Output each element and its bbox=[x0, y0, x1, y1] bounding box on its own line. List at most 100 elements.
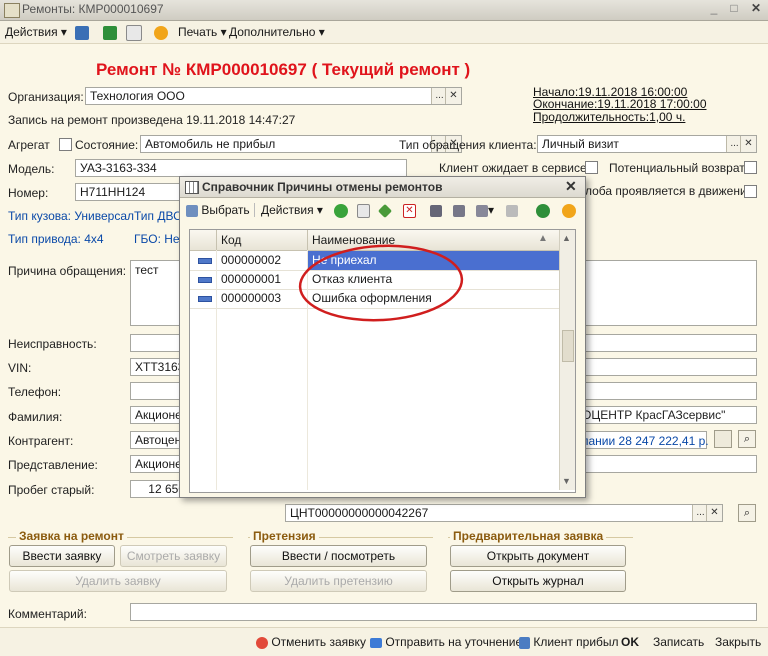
cancel-reasons-dialog: Справочник Причины отмены ремонтов ✕ Выб… bbox=[179, 176, 586, 498]
row-item-icon bbox=[198, 258, 212, 264]
phone-label: Телефон: bbox=[8, 385, 62, 399]
open-document-button[interactable]: Открыть документ bbox=[450, 545, 626, 567]
highlight-ellipse bbox=[298, 244, 464, 322]
mileage-label: Пробег старый: bbox=[8, 483, 95, 497]
model-value: УАЗ-3163-334 bbox=[80, 161, 157, 175]
table-scrollbar[interactable]: ▲ ▼ bbox=[559, 230, 575, 490]
client-arrived-button[interactable]: Клиент прибыл bbox=[519, 631, 619, 653]
surname-label: Фамилия: bbox=[8, 410, 63, 424]
delete-icon[interactable]: ✕ bbox=[403, 199, 416, 221]
dialog-separator bbox=[254, 203, 255, 217]
main-toolbar: Действия ▾ Печать ▾ Дополнительно ▾ bbox=[0, 21, 768, 44]
surname-right-value: ОЦЕНТР КрасГАЗсервис" bbox=[582, 408, 726, 422]
edit-icon[interactable] bbox=[377, 199, 393, 221]
new-document-icon[interactable] bbox=[126, 21, 142, 43]
row-code: 000000003 bbox=[221, 291, 282, 305]
counterparty-search-icon[interactable]: ⌕ bbox=[738, 430, 756, 448]
end-link[interactable]: Окончание:19.11.2018 17:00:00 bbox=[533, 97, 707, 111]
open-journal-button[interactable]: Открыть журнал bbox=[450, 570, 626, 592]
state-value: Автомобиль не прибыл bbox=[145, 137, 276, 151]
document-icon bbox=[519, 636, 530, 649]
code-field[interactable]: ЦНТ00000000000042267 ... ✕ bbox=[285, 504, 723, 522]
scroll-up-icon[interactable]: ▲ bbox=[562, 233, 571, 243]
select-button[interactable]: Выбрать bbox=[186, 199, 250, 221]
duration-link[interactable]: Продолжительность:1,00 ч. bbox=[533, 110, 685, 124]
dialog-help-icon[interactable] bbox=[562, 199, 576, 221]
dialog-refresh-icon[interactable] bbox=[536, 199, 550, 221]
counterparty-select-icon[interactable] bbox=[714, 430, 732, 448]
code-clear-button[interactable]: ✕ bbox=[706, 505, 722, 521]
scroll-down-icon[interactable]: ▼ bbox=[562, 476, 571, 486]
refresh-icon[interactable] bbox=[103, 21, 117, 43]
code-value: ЦНТ00000000000042267 bbox=[290, 506, 429, 520]
potential-return-label: Потенциальный возврат bbox=[609, 161, 745, 175]
delete-claim-button[interactable]: Удалить претензию bbox=[250, 570, 427, 592]
ok-button[interactable]: OK bbox=[621, 631, 639, 653]
view-request-button[interactable]: Смотреть заявку bbox=[120, 545, 227, 567]
code-search-icon[interactable]: ⌕ bbox=[738, 504, 756, 522]
cancel-request-button[interactable]: Отменить заявку bbox=[256, 631, 366, 653]
org-clear-button[interactable]: ✕ bbox=[445, 88, 461, 104]
dialog-title: Справочник Причины отмены ремонтов bbox=[202, 180, 443, 194]
dialog-close-icon[interactable]: ✕ bbox=[565, 178, 577, 195]
page-title: Ремонт № КМР000010697 ( Текущий ремонт ) bbox=[96, 60, 471, 79]
request-group-title: Заявка на ремонт bbox=[16, 529, 127, 543]
window-titlebar: Ремонты: КМР000010697 _ □ ✕ bbox=[0, 0, 768, 21]
dialog-titlebar: Справочник Причины отмены ремонтов ✕ bbox=[180, 177, 585, 198]
more-menu[interactable]: Дополнительно ▾ bbox=[229, 21, 325, 43]
clear-filter-icon[interactable] bbox=[506, 199, 518, 221]
maximize-button[interactable]: □ bbox=[726, 1, 742, 17]
filter-menu-icon[interactable]: ▾ bbox=[476, 199, 494, 221]
in-motion-checkbox[interactable] bbox=[744, 185, 757, 198]
save-icon[interactable] bbox=[75, 21, 89, 43]
save-button[interactable]: Записать bbox=[653, 631, 704, 653]
copy-icon[interactable] bbox=[357, 199, 370, 221]
dialog-actions-menu[interactable]: Действия ▾ bbox=[261, 199, 323, 221]
gbo-text: ГБО: Нет bbox=[134, 232, 185, 246]
close-window-button[interactable]: ✕ bbox=[748, 1, 764, 17]
vin-label: VIN: bbox=[8, 361, 32, 375]
actions-menu[interactable]: Действия ▾ bbox=[5, 21, 67, 43]
catalog-icon bbox=[185, 181, 199, 194]
in-motion-label: лоба проявляется в движении bbox=[585, 184, 754, 198]
aggregate-checkbox[interactable] bbox=[59, 138, 72, 151]
representation-label: Представление: bbox=[8, 458, 98, 472]
potential-return-checkbox[interactable] bbox=[744, 161, 757, 174]
row-item-icon bbox=[198, 277, 212, 283]
help-icon[interactable] bbox=[154, 21, 168, 43]
enter-request-button[interactable]: Ввести заявку bbox=[9, 545, 115, 567]
org-value: Технология ООО bbox=[90, 89, 185, 103]
number-field[interactable]: Н711НН124 bbox=[75, 183, 185, 201]
org-field[interactable]: Технология ООО ... ✕ bbox=[85, 87, 462, 105]
filter-list-icon[interactable] bbox=[453, 199, 465, 221]
client-type-value: Личный визит bbox=[542, 137, 619, 151]
send-clarify-button[interactable]: Отправить на уточнение bbox=[370, 631, 522, 653]
filter-icon[interactable] bbox=[430, 199, 442, 221]
enter-claim-button[interactable]: Ввести / посмотреть претензию bbox=[250, 545, 427, 583]
client-type-clear-button[interactable]: ✕ bbox=[740, 136, 756, 152]
select-icon bbox=[186, 204, 198, 217]
header-code[interactable]: Код bbox=[221, 233, 241, 247]
close-button[interactable]: Закрыть bbox=[715, 631, 761, 653]
minimize-button[interactable]: _ bbox=[706, 1, 722, 17]
aggregate-label: Агрегат bbox=[8, 138, 50, 152]
add-icon[interactable] bbox=[334, 199, 348, 221]
print-menu[interactable]: Печать ▾ bbox=[178, 21, 227, 43]
number-label: Номер: bbox=[8, 186, 49, 200]
prelim-group-title: Предварительная заявка bbox=[450, 529, 607, 543]
comment-field[interactable] bbox=[130, 603, 757, 621]
waiting-checkbox[interactable] bbox=[585, 161, 598, 174]
vin-value: XTT3163 bbox=[135, 360, 185, 374]
counterparty-balance-link[interactable]: пании 28 247 222,41 р. bbox=[582, 434, 709, 448]
model-field[interactable]: УАЗ-3163-334 bbox=[75, 159, 407, 177]
delete-request-button[interactable]: Удалить заявку bbox=[9, 570, 227, 592]
client-type-field[interactable]: Личный визит ... ✕ bbox=[537, 135, 757, 153]
body-type-text: Тип кузова: Универсал bbox=[8, 209, 135, 223]
scroll-thumb[interactable] bbox=[562, 330, 574, 362]
window-icon bbox=[4, 3, 20, 18]
send-arrow-icon bbox=[370, 637, 382, 648]
client-type-label: Тип обращения клиента: bbox=[399, 138, 537, 152]
engine-type-text: Тип ДВС bbox=[134, 209, 182, 223]
drive-type-text: Тип привода: 4х4 bbox=[8, 232, 104, 246]
cancel-icon bbox=[256, 636, 268, 649]
